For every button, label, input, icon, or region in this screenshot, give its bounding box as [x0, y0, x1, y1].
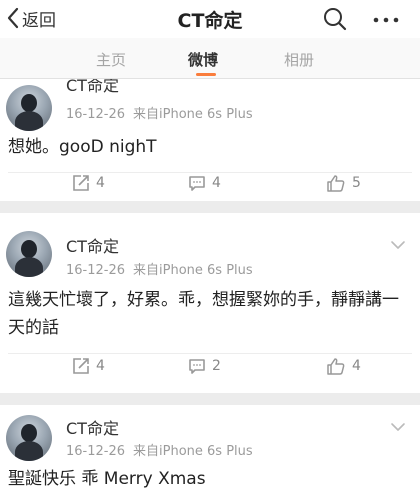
tab-weibo[interactable]: 微博 — [188, 49, 218, 70]
active-tab-indicator — [196, 73, 216, 76]
tab-home[interactable]: 主页 — [96, 49, 126, 70]
post-source: 来自iPhone 6s Plus — [133, 263, 253, 278]
repost-count: 4 — [96, 175, 105, 191]
post-card: CT命定 16-12-26 来自iPhone 6s Plus 想她。gooD ni… — [0, 79, 420, 201]
chevron-down-icon[interactable] — [390, 417, 406, 436]
more-icon[interactable] — [372, 10, 400, 29]
avatar[interactable] — [6, 231, 52, 277]
post-username[interactable]: CT命定 — [66, 79, 119, 96]
top-nav-bar: 返回 CT命定 — [0, 0, 420, 38]
comment-button[interactable]: 4 — [188, 174, 221, 192]
post-content: 想她。gooD nighT — [8, 137, 157, 157]
comment-count: 2 — [212, 358, 221, 374]
page-title: CT命定 — [177, 10, 243, 32]
post-content: 聖誕快乐 乖 Merry Xmas — [8, 469, 206, 489]
comment-icon — [188, 174, 206, 192]
post-username[interactable]: CT命定 — [66, 233, 119, 257]
post-date: 16-12-26 — [66, 107, 126, 122]
repost-icon — [72, 174, 90, 192]
repost-button[interactable]: 4 — [72, 174, 105, 192]
like-button[interactable]: 5 — [326, 174, 361, 192]
repost-icon — [72, 357, 90, 375]
search-icon[interactable] — [322, 6, 348, 36]
repost-count: 4 — [96, 358, 105, 374]
thumbs-up-icon — [326, 357, 346, 375]
post-meta: 16-12-26 来自iPhone 6s Plus — [66, 259, 253, 278]
like-button[interactable]: 4 — [326, 357, 361, 375]
post-source: 来自iPhone 6s Plus — [133, 107, 253, 122]
repost-button[interactable]: 4 — [72, 357, 105, 375]
avatar[interactable] — [6, 415, 52, 461]
post-meta: 16-12-26 来自iPhone 6s Plus — [66, 440, 253, 459]
chevron-down-icon[interactable] — [390, 235, 406, 254]
post-card: CT命定 16-12-26 来自iPhone 6s Plus 聖誕快乐 乖 Mer… — [0, 405, 420, 500]
tab-album[interactable]: 相册 — [284, 49, 314, 70]
thumbs-up-icon — [326, 174, 346, 192]
comment-icon — [188, 357, 206, 375]
divider — [8, 353, 412, 354]
divider — [8, 172, 412, 173]
comment-button[interactable]: 2 — [188, 357, 221, 375]
post-source: 来自iPhone 6s Plus — [133, 444, 253, 459]
avatar[interactable] — [6, 85, 52, 131]
post-username[interactable]: CT命定 — [66, 415, 119, 439]
post-date: 16-12-26 — [66, 444, 126, 459]
post-card: CT命定 16-12-26 来自iPhone 6s Plus 這幾天忙壞了，好累。… — [0, 213, 420, 393]
like-count: 4 — [352, 358, 361, 374]
comment-count: 4 — [212, 175, 221, 191]
post-content: 這幾天忙壞了，好累。乖，想握緊妳的手，靜靜講一天的話 — [8, 290, 399, 338]
post-actions: 4 2 4 — [0, 357, 420, 383]
post-meta: 16-12-26 来自iPhone 6s Plus — [66, 103, 253, 122]
post-actions: 4 4 5 — [0, 174, 420, 200]
like-count: 5 — [352, 175, 361, 191]
post-date: 16-12-26 — [66, 263, 126, 278]
profile-tabs: 主页 微博 相册 — [0, 38, 420, 79]
